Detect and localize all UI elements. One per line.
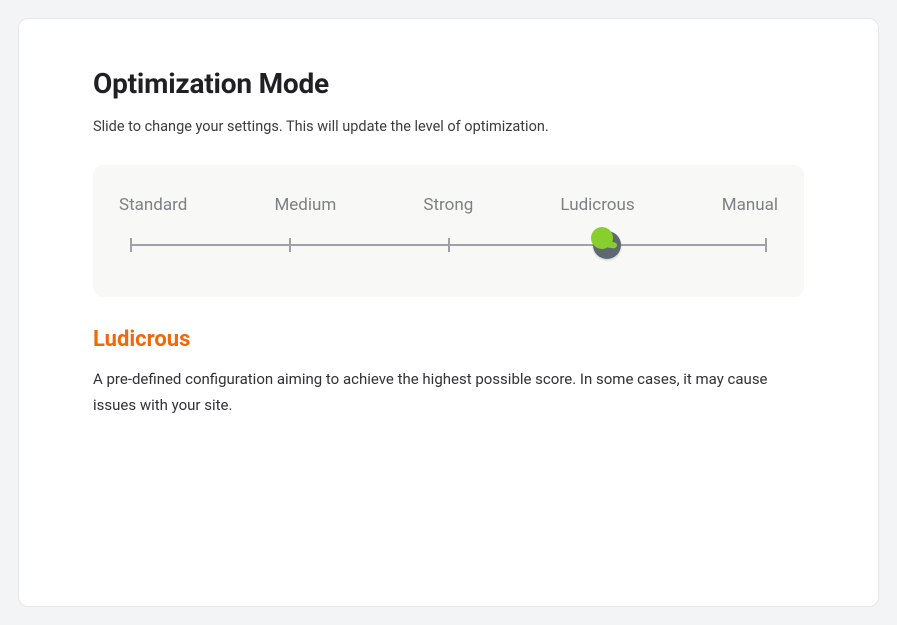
slider-tick (289, 238, 291, 252)
slider-option-standard[interactable]: Standard (119, 195, 187, 215)
slider-track[interactable] (119, 233, 778, 257)
slider-option-ludicrous[interactable]: Ludicrous (560, 195, 634, 215)
slider-option-manual[interactable]: Manual (722, 195, 778, 215)
selected-mode-description: A pre-defined configuration aiming to ac… (93, 366, 804, 419)
slider-tick (765, 238, 767, 252)
slider-option-medium[interactable]: Medium (274, 195, 336, 215)
slider-handle-pointer-icon (607, 241, 618, 248)
slider-handle[interactable] (593, 231, 621, 259)
optimization-mode-card: Optimization Mode Slide to change your s… (18, 18, 879, 607)
slider-labels: Standard Medium Strong Ludicrous Manual (119, 195, 778, 215)
slider-option-strong[interactable]: Strong (423, 195, 473, 215)
slider-tick (130, 238, 132, 252)
slider-tick (448, 238, 450, 252)
page-subtitle: Slide to change your settings. This will… (93, 118, 804, 135)
page-title: Optimization Mode (93, 67, 804, 100)
slider-panel: Standard Medium Strong Ludicrous Manual (93, 165, 804, 297)
selected-mode-title: Ludicrous (93, 327, 804, 352)
